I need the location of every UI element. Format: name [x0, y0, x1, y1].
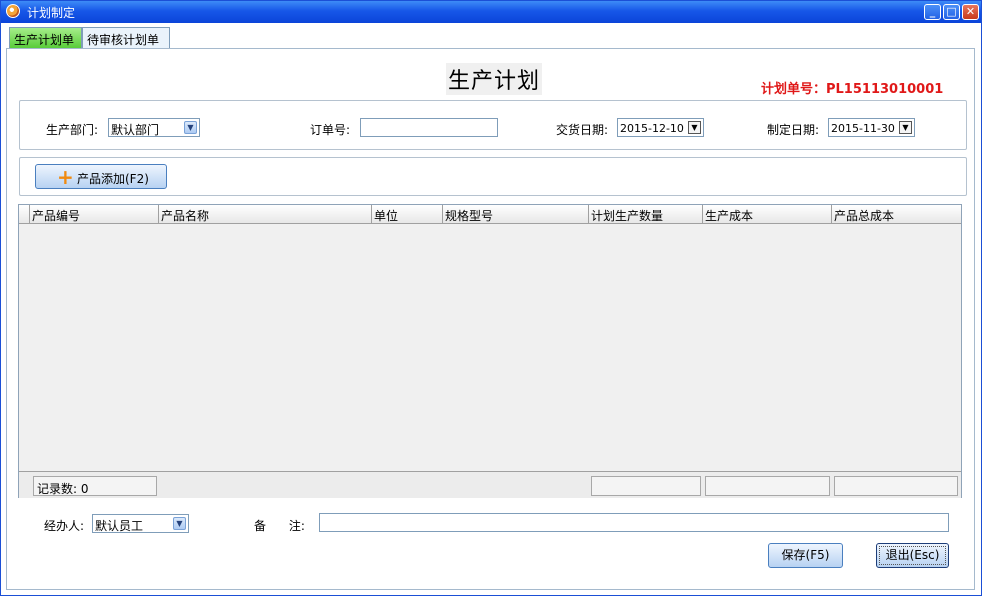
app-window: 计划制定 _ □ ✕ 生产计划单 待审核计划单 生产计划 计划单号：PL1511… — [0, 0, 982, 596]
table-header: 产品编号 产品名称 单位 规格型号 计划生产数量 生产成本 产品总成本 — [19, 205, 961, 224]
save-button[interactable]: 保存(F5) — [768, 543, 843, 568]
title-bar[interactable]: 计划制定 _ □ ✕ — [1, 1, 981, 23]
exit-button[interactable]: 退出(Esc) — [876, 543, 949, 568]
remark-label: 备 注: — [254, 519, 305, 533]
plan-date-label: 制定日期: — [767, 123, 820, 137]
summary-cell — [591, 476, 701, 496]
add-product-label: 产品添加(F2) — [77, 172, 149, 186]
plan-date-value: 2015-11-30 — [831, 122, 895, 135]
handler-label: 经办人: — [44, 519, 85, 533]
column-header[interactable]: 产品名称 — [158, 205, 372, 223]
summary-cell — [705, 476, 830, 496]
page-title: 生产计划 — [446, 63, 543, 95]
record-count: 记录数: 0 — [33, 476, 157, 496]
order-no-input[interactable] — [360, 118, 498, 137]
table-summary: 记录数: 0 — [19, 471, 961, 498]
handler-select[interactable]: 默认员工 ▼ — [92, 514, 189, 533]
close-icon[interactable]: ✕ — [962, 4, 979, 20]
chevron-down-icon[interactable]: ▼ — [184, 121, 197, 134]
add-product-button[interactable]: + 产品添加(F2) — [35, 164, 167, 189]
tab-production-plan[interactable]: 生产计划单 — [9, 27, 82, 48]
column-header[interactable]: 产品编号 — [29, 205, 159, 223]
chevron-down-icon[interactable]: ▼ — [688, 121, 701, 134]
delivery-date-label: 交货日期: — [556, 123, 609, 137]
record-count-label: 记录数: 0 — [37, 482, 89, 496]
plan-number: 计划单号：PL15113010001 — [761, 82, 944, 97]
minimize-icon[interactable]: _ — [924, 4, 941, 20]
plus-icon: + — [57, 165, 74, 189]
column-header[interactable]: 生产成本 — [702, 205, 832, 223]
window-title: 计划制定 — [27, 6, 76, 20]
handler-value: 默认员工 — [95, 519, 144, 533]
tab-pending-review[interactable]: 待审核计划单 — [82, 27, 170, 48]
remark-input[interactable] — [319, 513, 949, 532]
maximize-icon[interactable]: □ — [943, 4, 960, 20]
column-header[interactable]: 规格型号 — [442, 205, 589, 223]
delivery-date-picker[interactable]: 2015-12-10 ▼ — [617, 118, 704, 137]
order-no-label: 订单号: — [310, 123, 351, 137]
chevron-down-icon[interactable]: ▼ — [173, 517, 186, 530]
chevron-down-icon[interactable]: ▼ — [899, 121, 912, 134]
summary-cell — [834, 476, 958, 496]
department-label: 生产部门: — [46, 123, 99, 137]
product-table[interactable]: 产品编号 产品名称 单位 规格型号 计划生产数量 生产成本 产品总成本 记录数:… — [18, 204, 962, 498]
department-select[interactable]: 默认部门 ▼ — [108, 118, 200, 137]
column-header[interactable]: 单位 — [371, 205, 443, 223]
department-value: 默认部门 — [111, 123, 160, 137]
plan-date-picker[interactable]: 2015-11-30 ▼ — [828, 118, 915, 137]
column-header[interactable]: 产品总成本 — [831, 205, 961, 223]
delivery-date-value: 2015-12-10 — [620, 122, 684, 135]
app-icon — [6, 4, 20, 18]
column-header[interactable]: 计划生产数量 — [588, 205, 703, 223]
